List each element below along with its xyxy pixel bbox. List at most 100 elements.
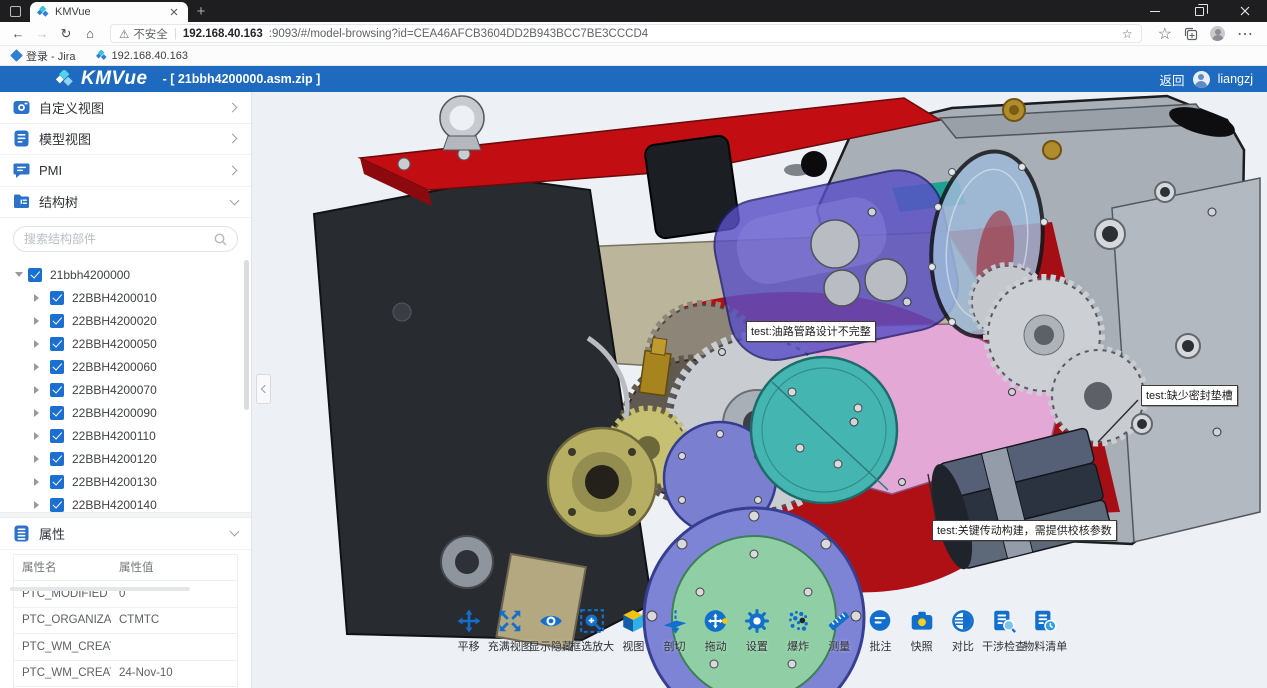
tree-horizontal-scrollbar[interactable] <box>10 587 190 591</box>
tab-actions-button[interactable] <box>0 0 30 22</box>
model-viewer[interactable]: test:油路管路设计不完整 test:缺少密封垫槽 test:关键传动构建，需… <box>252 92 1267 688</box>
checkbox-checked[interactable] <box>50 383 64 397</box>
tool-view-cube[interactable]: 视图 <box>613 608 654 654</box>
collections-icon[interactable] <box>1184 27 1198 41</box>
tree-row[interactable]: 22BBH4200060 <box>34 355 251 378</box>
tool-settings[interactable]: 设置 <box>736 608 777 654</box>
url-field[interactable]: ⚠ 不安全 | 192.168.40.163:9093/#/model-brow… <box>110 24 1142 43</box>
caret-collapsed-icon[interactable] <box>34 478 43 486</box>
profile-avatar[interactable] <box>1210 26 1225 41</box>
tree-node-label[interactable]: 22BBH4200010 <box>72 291 157 305</box>
checkbox-checked[interactable] <box>50 360 64 374</box>
sidebar-item-pmi[interactable]: PMI <box>0 155 251 187</box>
tool-box-zoom[interactable]: 框选放大 <box>572 608 613 654</box>
tree-node-label[interactable]: 22BBH4200050 <box>72 337 157 351</box>
security-chip[interactable]: ⚠ 不安全 <box>119 26 168 42</box>
sidebar-item-structure-tree[interactable]: 结构树 <box>0 187 251 219</box>
tree-row[interactable]: 22BBH4200120 <box>34 447 251 470</box>
minimize-button[interactable] <box>1132 0 1177 22</box>
caret-collapsed-icon[interactable] <box>34 409 43 417</box>
back-link[interactable]: 返回 <box>1160 70 1185 89</box>
tree-node-label[interactable]: 22BBH4200120 <box>72 452 157 466</box>
tree-node-label[interactable]: 22BBH4200130 <box>72 475 157 489</box>
checkbox-checked[interactable] <box>28 268 42 282</box>
caret-collapsed-icon[interactable] <box>34 455 43 463</box>
sidebar-scrollbar[interactable] <box>244 260 249 410</box>
search-icon[interactable] <box>214 233 227 246</box>
tool-fit-view[interactable]: 充满视图 <box>489 608 530 654</box>
caret-collapsed-icon[interactable] <box>34 340 43 348</box>
caret-expanded-icon[interactable] <box>15 272 23 281</box>
favorite-star-icon[interactable]: ☆ <box>1122 27 1133 41</box>
browser-tab-active[interactable]: KMVue <box>30 2 188 22</box>
annotation-marker[interactable]: test:关键传动构建，需提供校核参数 <box>932 520 1117 541</box>
interference-check-icon <box>991 608 1017 634</box>
checkbox-checked[interactable] <box>50 429 64 443</box>
checkbox-checked[interactable] <box>50 337 64 351</box>
checkbox-checked[interactable] <box>50 291 64 305</box>
restore-button[interactable] <box>1177 0 1222 22</box>
tool-label: 干涉检查 <box>982 638 1026 654</box>
annotation-marker[interactable]: test:油路管路设计不完整 <box>746 321 876 342</box>
tool-show-hide[interactable]: 显示隐藏 <box>530 608 571 654</box>
caret-collapsed-icon[interactable] <box>34 432 43 440</box>
tool-drag[interactable]: 拖动 <box>695 608 736 654</box>
home-button[interactable]: ⌂ <box>78 26 102 41</box>
caret-collapsed-icon[interactable] <box>34 363 43 371</box>
new-tab-button[interactable]: + <box>188 0 214 22</box>
search-input[interactable] <box>24 232 208 246</box>
browser-menu-icon[interactable]: ⋯ <box>1237 24 1253 44</box>
refresh-button[interactable]: ↻ <box>54 26 78 42</box>
bookmark-jira[interactable]: 登录 - Jira <box>12 48 76 64</box>
property-value: CTMTC <box>111 614 237 626</box>
tool-annotate[interactable]: 批注 <box>860 608 901 654</box>
tool-compare[interactable]: 对比 <box>942 608 983 654</box>
tree-row[interactable]: 22BBH4200110 <box>34 424 251 447</box>
annotation-marker[interactable]: test:缺少密封垫槽 <box>1141 385 1238 406</box>
tree-node-label[interactable]: 22BBH4200090 <box>72 406 157 420</box>
caret-collapsed-icon[interactable] <box>34 501 43 509</box>
back-button[interactable]: ← <box>6 26 30 41</box>
sidebar-item-custom-views[interactable]: 自定义视图 <box>0 92 251 124</box>
checkbox-checked[interactable] <box>50 406 64 420</box>
tree-row[interactable]: 22BBH4200010 <box>34 286 251 309</box>
tree-row[interactable]: 22BBH4200090 <box>34 401 251 424</box>
sidebar-collapse-handle[interactable] <box>256 374 271 404</box>
tree-row[interactable]: 22BBH4200130 <box>34 470 251 493</box>
tool-pan[interactable]: 平移 <box>448 608 489 654</box>
tool-bom[interactable]: 物料清单 <box>1025 608 1066 654</box>
sidebar-item-model-views[interactable]: 模型视图 <box>0 124 251 156</box>
tree-node-label[interactable]: 21bbh4200000 <box>50 268 130 282</box>
chevron-down-icon <box>230 527 240 537</box>
tool-measure[interactable]: 测量 <box>819 608 860 654</box>
tree-node-label[interactable]: 22BBH4200020 <box>72 314 157 328</box>
checkbox-checked[interactable] <box>50 475 64 489</box>
checkbox-checked[interactable] <box>50 314 64 328</box>
caret-collapsed-icon[interactable] <box>34 386 43 394</box>
tool-explode[interactable]: 爆炸 <box>778 608 819 654</box>
sidebar-item-properties[interactable]: 属性 <box>0 518 251 550</box>
user-avatar[interactable] <box>1193 71 1210 88</box>
tool-section[interactable]: 剖切 <box>654 608 695 654</box>
tree-node-label[interactable]: 22BBH4200110 <box>72 429 156 443</box>
tree-node-label[interactable]: 22BBH4200070 <box>72 383 157 397</box>
tree-row-root[interactable]: 21bbh4200000 <box>16 263 251 286</box>
favorites-bar-star-icon[interactable]: ☆ <box>1158 24 1172 44</box>
tree-node-label[interactable]: 22BBH4200140 <box>72 498 157 512</box>
checkbox-checked[interactable] <box>50 498 64 512</box>
caret-collapsed-icon[interactable] <box>34 294 43 302</box>
tool-snapshot[interactable]: 快照 <box>901 608 942 654</box>
tree-row[interactable]: 22BBH4200020 <box>34 309 251 332</box>
bookmark-kmvue[interactable]: 192.168.40.163 <box>96 50 188 62</box>
cad-model-canvas[interactable] <box>252 92 1267 688</box>
caret-collapsed-icon[interactable] <box>34 317 43 325</box>
tool-interference-check[interactable]: 干涉检查 <box>983 608 1024 654</box>
tree-row[interactable]: 22BBH4200070 <box>34 378 251 401</box>
tab-close-icon[interactable] <box>167 5 181 19</box>
checkbox-checked[interactable] <box>50 452 64 466</box>
forward-button[interactable]: → <box>30 26 54 41</box>
tree-node-label[interactable]: 22BBH4200060 <box>72 360 157 374</box>
close-button[interactable] <box>1222 0 1267 22</box>
tree-row[interactable]: 22BBH4200140 <box>34 493 251 512</box>
tree-row[interactable]: 22BBH4200050 <box>34 332 251 355</box>
